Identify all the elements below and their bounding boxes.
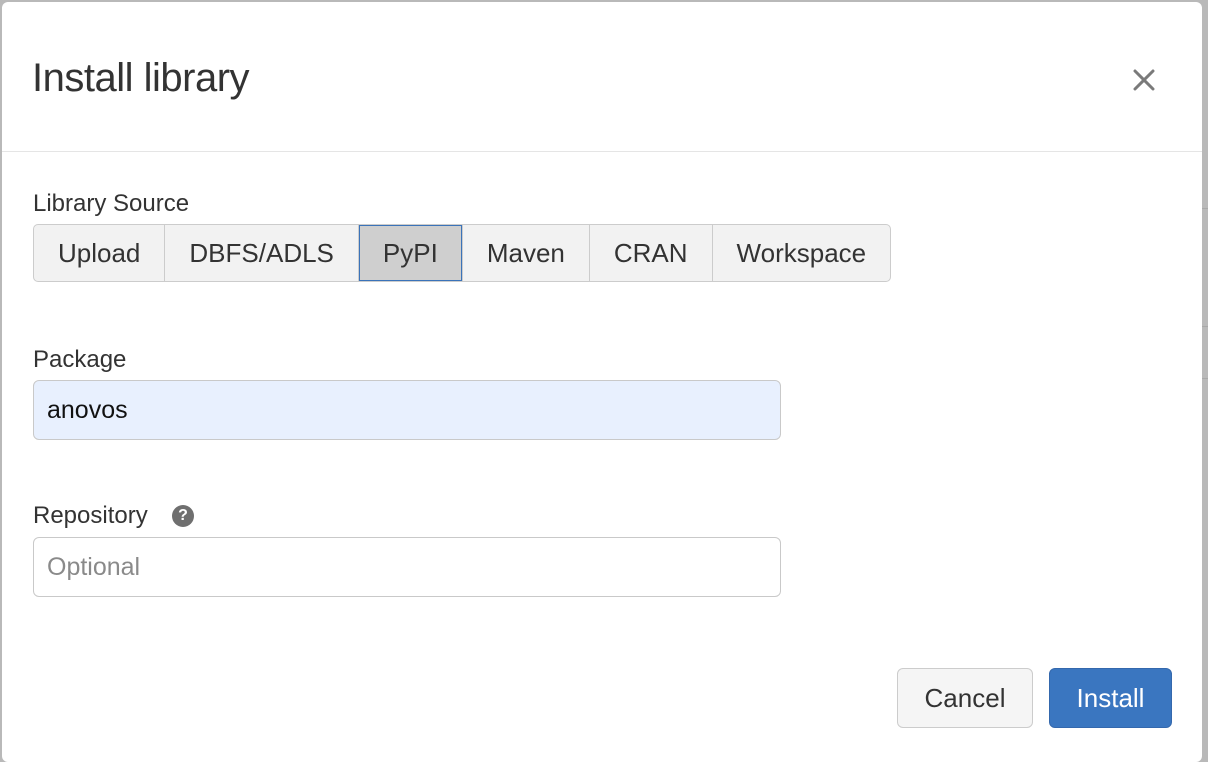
background-divider (1202, 378, 1208, 379)
source-tab-dbfs-adls[interactable]: DBFS/ADLS (165, 225, 359, 281)
repository-input[interactable] (33, 537, 781, 597)
library-source-label: Library Source (33, 190, 190, 217)
close-button[interactable] (1126, 62, 1162, 98)
source-tab-cran[interactable]: CRAN (590, 225, 713, 281)
background-divider (1202, 326, 1208, 327)
package-input[interactable] (33, 380, 781, 440)
package-label: Package (33, 346, 127, 373)
install-library-dialog: Install library Library Source Upload DB… (2, 2, 1202, 762)
question-circle-icon[interactable]: ? (172, 505, 194, 527)
background-divider (1202, 208, 1208, 209)
dialog-header: Install library (2, 2, 1202, 152)
source-tab-upload[interactable]: Upload (34, 225, 166, 281)
source-tab-pypi[interactable]: PyPI (358, 225, 463, 281)
library-source-tabs: Upload DBFS/ADLS PyPI Maven CRAN Workspa… (33, 224, 892, 282)
dialog-title: Install library (32, 56, 250, 100)
close-icon (1133, 69, 1155, 91)
source-tab-workspace[interactable]: Workspace (713, 225, 891, 281)
source-tab-maven[interactable]: Maven (463, 225, 590, 281)
repository-label: Repository (33, 502, 148, 529)
install-button[interactable]: Install (1049, 668, 1172, 728)
cancel-button[interactable]: Cancel (897, 668, 1033, 728)
